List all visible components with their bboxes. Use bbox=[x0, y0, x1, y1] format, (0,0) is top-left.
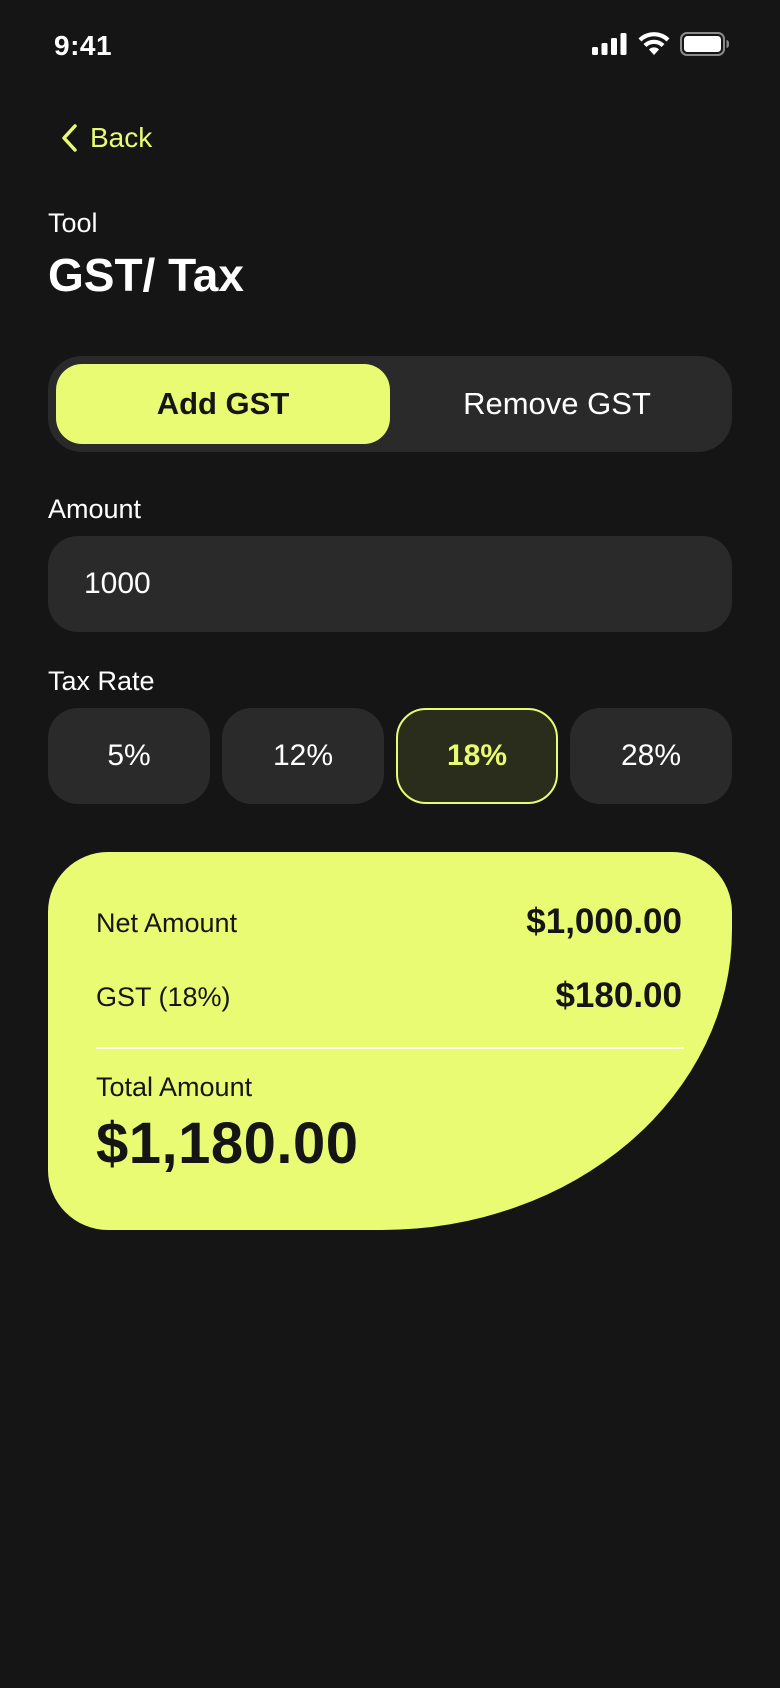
gst-label: GST (18%) bbox=[96, 982, 231, 1012]
rate-option-18[interactable]: 18% bbox=[396, 708, 558, 804]
total-amount-value: $1,180.00 bbox=[96, 1111, 359, 1176]
page-kicker: Tool bbox=[48, 208, 98, 238]
gst-mode-toggle: Add GST Remove GST bbox=[48, 356, 732, 452]
rate-option-28[interactable]: 28% bbox=[570, 708, 732, 804]
status-time: 9:41 bbox=[54, 30, 113, 61]
net-amount-value: $1,000.00 bbox=[526, 902, 682, 941]
net-amount-label: Net Amount bbox=[96, 908, 238, 938]
add-gst-tab[interactable]: Add GST bbox=[56, 364, 390, 444]
amount-input[interactable] bbox=[48, 536, 732, 632]
total-amount-label: Total Amount bbox=[96, 1072, 253, 1102]
status-bar: 9:41 bbox=[0, 0, 780, 96]
rate-option-12[interactable]: 12% bbox=[222, 708, 384, 804]
wifi-icon bbox=[638, 32, 670, 55]
remove-gst-tab[interactable]: Remove GST bbox=[390, 364, 724, 444]
back-button[interactable]: Back bbox=[60, 122, 152, 154]
page-title: GST/ Tax bbox=[48, 249, 244, 301]
divider bbox=[96, 1047, 684, 1049]
back-label: Back bbox=[90, 122, 153, 153]
cellular-signal-icon bbox=[592, 33, 627, 55]
amount-label: Amount bbox=[48, 494, 142, 524]
gst-value: $180.00 bbox=[555, 976, 682, 1015]
chevron-left-icon bbox=[62, 124, 77, 152]
result-card: Net Amount $1,000.00 GST (18%) $180.00 T… bbox=[48, 852, 732, 1230]
rate-option-5[interactable]: 5% bbox=[48, 708, 210, 804]
tax-rate-label: Tax Rate bbox=[48, 666, 155, 696]
battery-icon bbox=[680, 32, 729, 56]
status-icons bbox=[592, 32, 730, 56]
tax-rate-options: 5% 12% 18% 28% bbox=[48, 708, 732, 804]
